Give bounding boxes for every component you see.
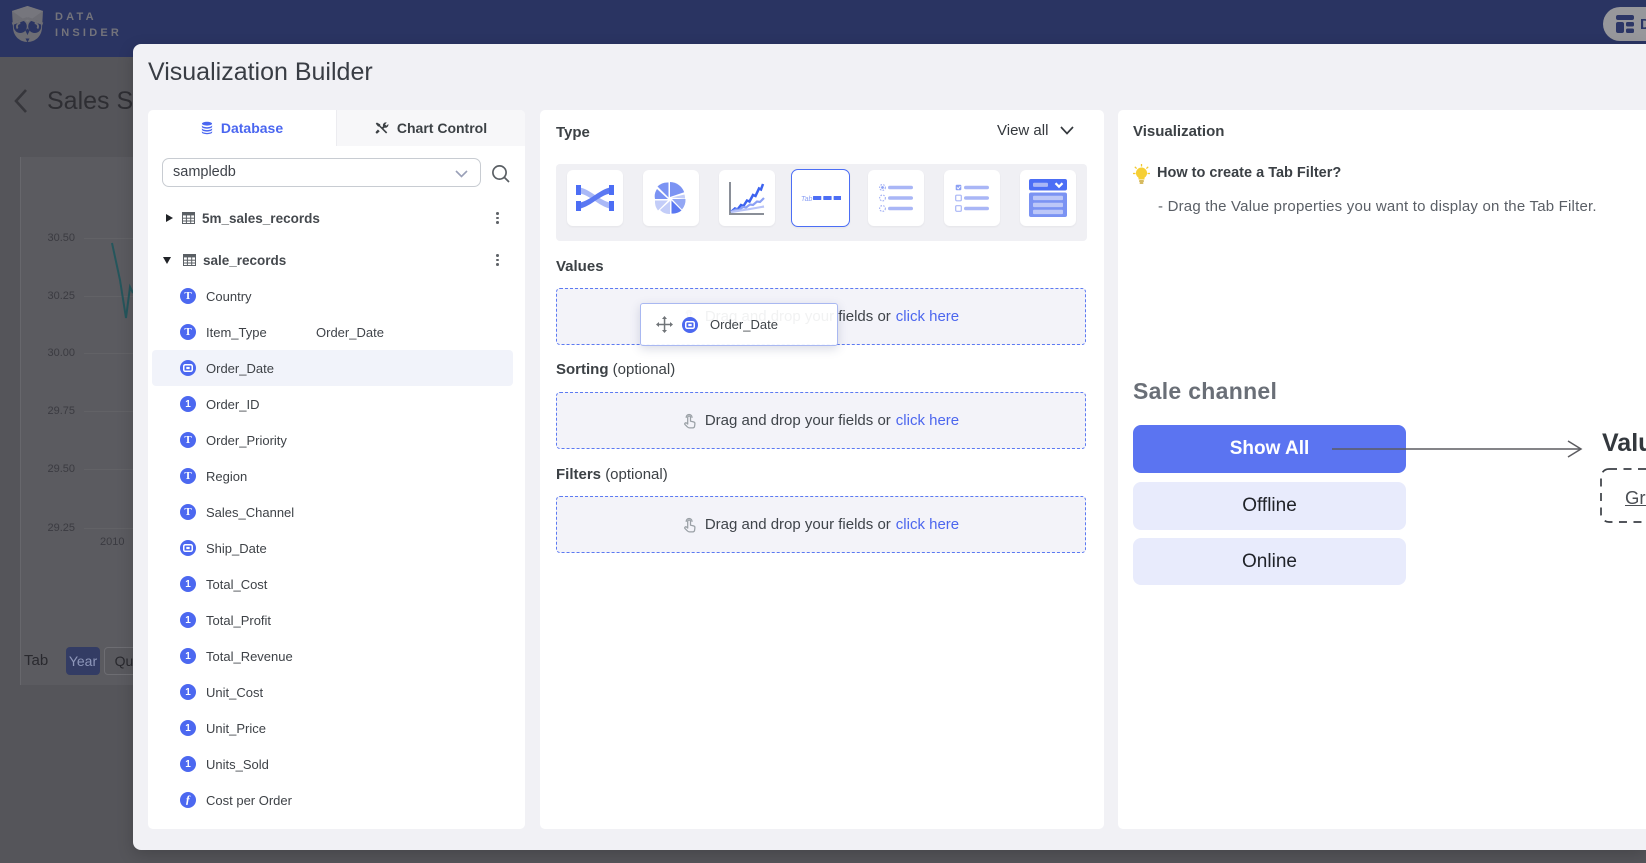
svg-text:Tab: Tab [801,196,813,203]
